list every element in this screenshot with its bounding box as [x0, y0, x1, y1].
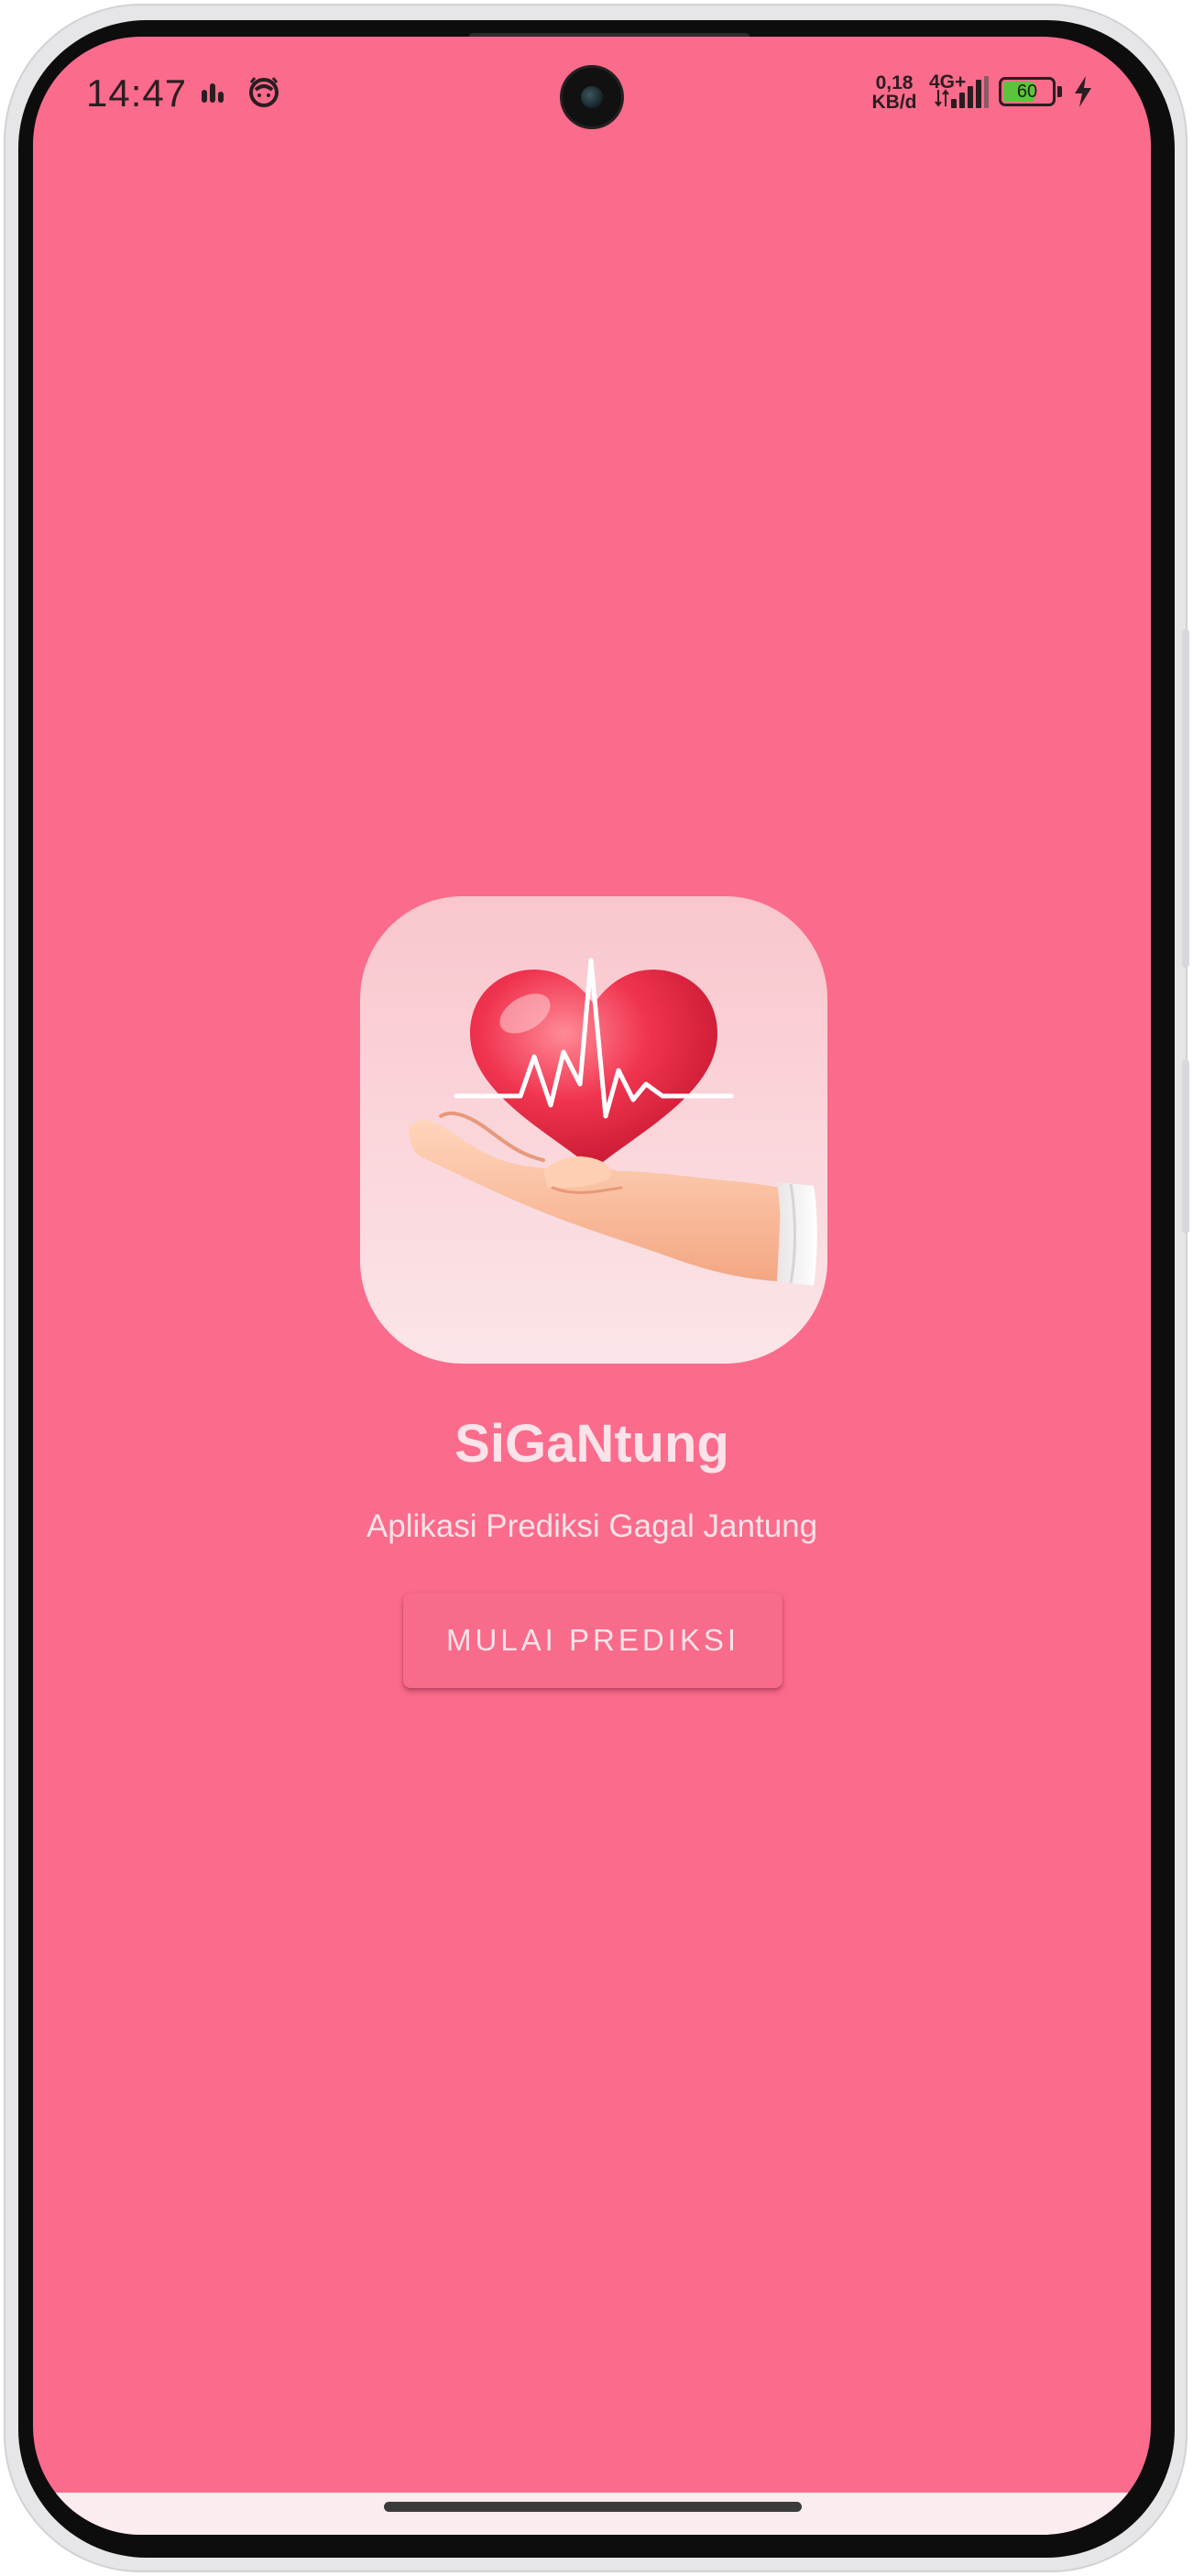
- status-time: 14:47: [86, 71, 188, 115]
- power-button: [1182, 629, 1189, 968]
- battery-icon: 60: [999, 77, 1056, 106]
- volume-button: [1182, 1059, 1189, 1233]
- navigation-bar: [33, 2493, 1151, 2535]
- activity-bars-icon: [202, 83, 224, 103]
- charging-bolt-icon: [1075, 76, 1091, 107]
- app-logo: [360, 896, 827, 1364]
- battery-tip: [1057, 86, 1062, 97]
- data-transfer-arrows-icon: [935, 89, 949, 107]
- battery-level: 60: [1016, 82, 1038, 102]
- signal-strength-icon: [951, 76, 989, 108]
- network-speed: 0,18 KB/d: [867, 73, 922, 112]
- app-screen: 14:47 0,18 KB/d 4G+ 60 SiGaNtung Aplikas…: [33, 37, 1151, 2535]
- heart-in-hand-heartbeat-icon: [360, 896, 827, 1364]
- network-speed-value: 0,18: [875, 72, 914, 93]
- front-camera: [563, 68, 621, 126]
- home-indicator[interactable]: [384, 2502, 802, 2512]
- status-bar: 14:47 0,18 KB/d 4G+ 60: [33, 37, 1151, 147]
- network-speed-unit: KB/d: [871, 92, 917, 113]
- app-subtitle: Aplikasi Prediksi Gagal Jantung: [366, 1508, 818, 1544]
- app-title: SiGaNtung: [454, 1414, 729, 1474]
- alarm-face-icon: [249, 77, 279, 107]
- start-prediction-button[interactable]: MULAI PREDIKSI: [403, 1593, 783, 1688]
